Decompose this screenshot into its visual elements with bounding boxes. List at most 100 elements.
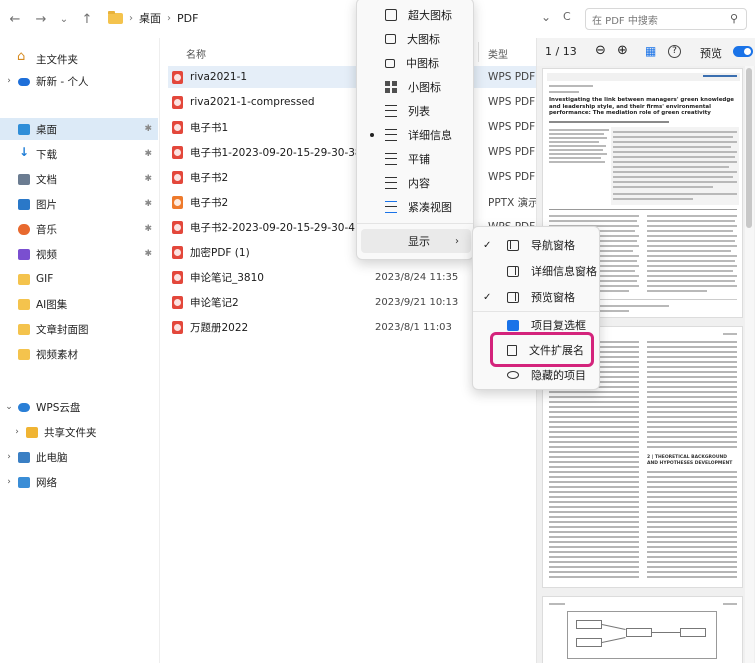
column-divider[interactable]: [478, 42, 479, 62]
sidebar-item-music[interactable]: 音乐 ✱: [0, 218, 158, 240]
address-dropdown-icon[interactable]: ⌄: [541, 10, 551, 24]
sidebar-item-network[interactable]: › 网络: [0, 471, 158, 493]
zoom-in-icon[interactable]: ⊕: [617, 43, 628, 58]
journal-logo: [703, 75, 737, 77]
chevron-right-icon[interactable]: ›: [0, 76, 18, 86]
sidebar-item-downloads[interactable]: 下载 ✱: [0, 143, 158, 165]
submenu-item-label: 详细信息窗格: [531, 265, 597, 278]
menu-item-details[interactable]: 详细信息: [361, 123, 471, 147]
sidebar-item-article-covers[interactable]: 文章封面图: [0, 318, 158, 340]
folder-icon: [18, 273, 30, 285]
menu-item-show[interactable]: 显示 ›: [361, 229, 471, 253]
pdf-file-icon: [172, 95, 183, 109]
file-name: riva2021-1-compressed: [190, 96, 315, 108]
file-name: 电子书2-2023-09-20-15-29-30-415-20: [190, 221, 380, 234]
document-icon: [18, 173, 30, 185]
sidebar-item-label: 图片: [36, 198, 57, 211]
submenu-item-details-pane[interactable]: 详细信息窗格: [477, 259, 597, 283]
table-row[interactable]: 电子书2 WPS PDF: [168, 166, 536, 188]
chevron-right-icon[interactable]: ›: [8, 427, 26, 437]
sidebar-item-shared-folder[interactable]: › 共享文件夹: [0, 421, 158, 443]
menu-item-list[interactable]: 列表: [361, 99, 471, 123]
sidebar-item-desktop[interactable]: 桌面 ✱: [0, 118, 158, 140]
breadcrumb-separator: ›: [167, 12, 171, 24]
preview-toggle[interactable]: [733, 46, 753, 57]
chevron-right-icon[interactable]: ›: [0, 452, 18, 462]
breadcrumb-item-pdf[interactable]: PDF: [177, 12, 198, 25]
search-box[interactable]: 在 PDF 中搜索 ⚲: [585, 8, 747, 30]
back-button[interactable]: ←: [4, 8, 26, 30]
table-row[interactable]: riva2021-1 WPS PDF: [168, 66, 536, 88]
breadcrumb[interactable]: › 桌面 › PDF: [108, 10, 198, 26]
menu-item-tiles[interactable]: 平铺: [361, 147, 471, 171]
this-pc-icon: [18, 451, 30, 463]
sidebar-item-ai-gallery[interactable]: AI图集: [0, 293, 158, 315]
music-icon: [18, 223, 30, 235]
submenu-item-navigation-pane[interactable]: ✓ 导航窗格: [477, 233, 597, 257]
up-button[interactable]: ↑: [76, 8, 98, 30]
table-row[interactable]: riva2021-1-compressed WPS PDF: [168, 91, 536, 113]
column-header-name[interactable]: 名称: [186, 46, 206, 61]
sidebar-item-home[interactable]: 主文件夹: [0, 48, 158, 70]
pin-icon: ✱: [144, 224, 152, 234]
pdf-file-icon: [172, 70, 183, 84]
pin-icon: ✱: [144, 174, 152, 184]
compact-view-icon: [385, 201, 397, 213]
submenu-separator: [473, 311, 599, 312]
file-type: WPS PDF: [488, 96, 536, 108]
menu-item-content[interactable]: 内容: [361, 171, 471, 195]
sidebar-item-label: 共享文件夹: [44, 426, 97, 439]
pdf-file-icon: [172, 145, 183, 159]
table-row[interactable]: 电子书1-2023-09-20-15-29-30-383-20 WPS PDF: [168, 141, 536, 163]
menu-item-small-icons[interactable]: 小图标: [361, 75, 471, 99]
sidebar-item-label: 下载: [36, 148, 57, 161]
column-header-type[interactable]: 类型: [488, 46, 508, 61]
menu-item-extra-large-icons[interactable]: 超大图标: [361, 3, 471, 27]
chevron-down-icon[interactable]: ⌄: [0, 402, 18, 412]
table-row[interactable]: 电子书2 PPTX 演示: [168, 191, 539, 213]
recent-locations-button[interactable]: ⌄: [56, 8, 72, 30]
content-icon: [385, 177, 397, 189]
zoom-out-icon[interactable]: ⊖: [595, 43, 606, 58]
sidebar-item-label: WPS云盘: [36, 401, 81, 414]
thumbnail-grid-icon[interactable]: ▦: [645, 44, 656, 58]
sidebar-item-wps-cloud[interactable]: ⌄ WPS云盘: [0, 396, 158, 418]
forward-button[interactable]: →: [30, 8, 52, 30]
preview-scrollbar-thumb[interactable]: [746, 68, 752, 228]
breadcrumb-item-desktop[interactable]: 桌面: [139, 10, 161, 26]
sidebar-item-this-pc[interactable]: › 此电脑: [0, 446, 158, 468]
view-menu: 超大图标 大图标 中图标 小图标 列表 详细信息 平铺 内容 紧凑视图 显示 ›: [356, 0, 474, 260]
sidebar-item-label: 文章封面图: [36, 323, 89, 336]
folder-icon: [108, 10, 123, 24]
sidebar-item-video-assets[interactable]: 视频素材: [0, 343, 158, 365]
sidebar-item-label: 新新 - 个人: [36, 75, 89, 88]
sidebar-item-onedrive[interactable]: › 新新 - 个人: [0, 70, 158, 92]
large-icons-icon: [385, 34, 396, 44]
details-icon: [385, 129, 397, 141]
help-icon[interactable]: ?: [668, 45, 681, 58]
search-placeholder: 在 PDF 中搜索: [592, 15, 658, 27]
refresh-icon[interactable]: C: [563, 10, 571, 23]
sidebar-item-pictures[interactable]: 图片 ✱: [0, 193, 158, 215]
menu-item-large-icons[interactable]: 大图标: [361, 27, 471, 51]
pdf-file-icon: [172, 320, 183, 334]
sidebar-item-gif[interactable]: GIF: [0, 268, 158, 290]
menu-item-compact-view[interactable]: 紧凑视图: [361, 195, 471, 219]
menu-item-medium-icons[interactable]: 中图标: [361, 51, 471, 75]
home-icon: [17, 49, 30, 65]
item-checkbox-icon: [507, 319, 519, 331]
folder-icon: [18, 298, 30, 310]
file-name: 申论笔记_3810: [190, 271, 264, 284]
table-row[interactable]: 电子书1 WPS PDF: [168, 116, 536, 138]
submenu-item-preview-pane[interactable]: ✓ 预览窗格: [477, 285, 597, 309]
menu-item-label: 大图标: [407, 33, 440, 46]
menu-item-label: 中图标: [406, 57, 439, 70]
file-type: WPS PDF: [488, 146, 536, 158]
chevron-right-icon[interactable]: ›: [0, 477, 18, 487]
sidebar-item-videos[interactable]: 视频 ✱: [0, 243, 158, 265]
desktop-icon: [18, 123, 30, 135]
sidebar-item-documents[interactable]: 文档 ✱: [0, 168, 158, 190]
sidebar-item-label: 音乐: [36, 223, 57, 236]
check-icon: ✓: [483, 291, 492, 303]
pin-icon: ✱: [144, 124, 152, 134]
